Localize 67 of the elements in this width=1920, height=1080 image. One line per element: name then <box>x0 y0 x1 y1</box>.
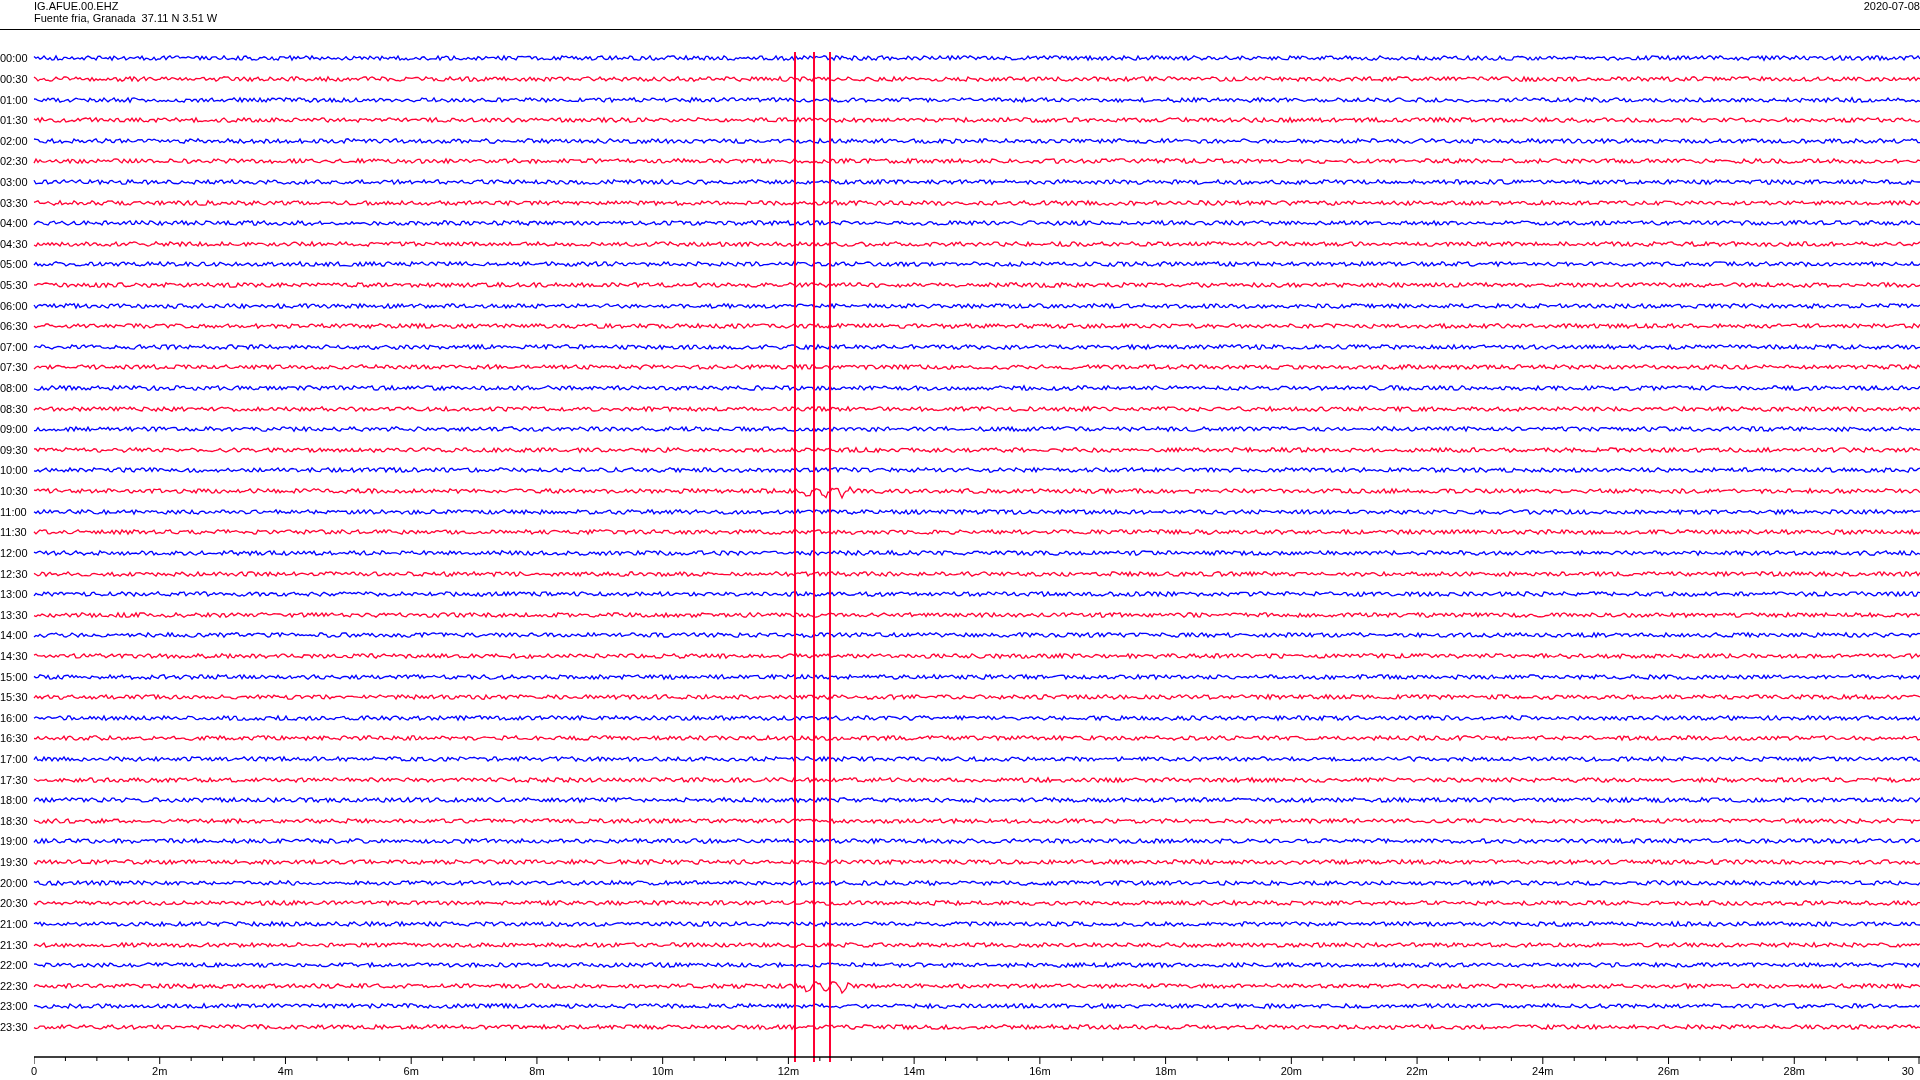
time-label: 02:30 <box>0 155 29 168</box>
time-label: 07:00 <box>0 340 29 353</box>
axis-label: 30 <box>1901 1065 1914 1077</box>
time-label: 22:00 <box>0 959 29 972</box>
time-label: 19:00 <box>0 835 29 848</box>
time-label: 08:30 <box>0 402 29 415</box>
time-label: 10:30 <box>0 485 29 498</box>
time-label: 17:00 <box>0 753 29 765</box>
axis-label: 16m <box>1029 1065 1051 1077</box>
time-label: 06:00 <box>0 299 29 312</box>
time-label: 00:00 <box>0 52 29 65</box>
date-label: 2020-07-08 <box>1863 0 1920 14</box>
time-label: 07:30 <box>0 361 29 374</box>
time-label: 16:30 <box>0 732 29 745</box>
time-label: 23:30 <box>0 1020 29 1033</box>
axis-label: 8m <box>529 1065 545 1077</box>
station-location: Fuente fria, Granada 37.11 N 3.51 W <box>34 12 218 24</box>
time-label: 10:00 <box>0 464 29 477</box>
time-label: 15:30 <box>0 691 29 704</box>
time-label: 16:00 <box>0 711 29 724</box>
time-label: 06:30 <box>0 320 29 333</box>
time-label: 12:00 <box>0 546 29 559</box>
axis-label: 20m <box>1280 1065 1303 1077</box>
time-label: 04:00 <box>0 217 29 230</box>
time-label: 09:30 <box>0 443 29 456</box>
time-label: 19:30 <box>0 856 29 869</box>
time-label: 18:30 <box>0 814 29 827</box>
time-label: 00:30 <box>0 72 29 85</box>
time-label: 13:00 <box>0 588 29 601</box>
time-label: 03:30 <box>0 196 29 209</box>
time-label: 01:30 <box>0 114 29 127</box>
axis-label: 10m <box>651 1065 674 1077</box>
time-label: 08:00 <box>0 382 29 395</box>
axis-label: 4m <box>277 1065 294 1077</box>
axis-label: 28m <box>1783 1065 1805 1077</box>
time-label: 13:30 <box>0 608 29 621</box>
time-label: 04:30 <box>0 237 29 250</box>
time-label: 21:30 <box>0 938 29 951</box>
time-label: 20:00 <box>0 876 29 889</box>
time-label: 20:30 <box>0 897 29 910</box>
time-label: 05:00 <box>0 258 29 271</box>
time-label: 18:00 <box>0 794 29 807</box>
axis-label: 18m <box>1154 1065 1177 1077</box>
axis-label: 2m <box>152 1065 168 1077</box>
time-label: 11:00 <box>0 505 28 518</box>
time-label: 03:00 <box>0 175 29 188</box>
axis-label: 14m <box>903 1065 925 1077</box>
time-label: 01:00 <box>0 93 29 106</box>
time-label: 02:00 <box>0 134 29 147</box>
time-label: 17:30 <box>0 773 29 786</box>
time-label: 05:30 <box>0 279 29 291</box>
time-label: 22:30 <box>0 979 29 992</box>
time-label: 11:30 <box>0 526 28 539</box>
time-label: 15:00 <box>0 670 29 683</box>
time-label: 12:30 <box>0 567 29 580</box>
axis-label: 0 <box>30 1065 38 1077</box>
station-code: IG.AFUE.00.EHZ <box>34 0 120 12</box>
axis-label: 24m <box>1532 1065 1554 1077</box>
axis-label: 12m <box>777 1065 800 1077</box>
axis-label: 6m <box>403 1065 419 1077</box>
time-label: 09:00 <box>0 423 29 436</box>
time-label: 21:00 <box>0 917 29 930</box>
time-label: 14:30 <box>0 649 29 662</box>
axis-label: 26m <box>1657 1065 1680 1077</box>
axis-label: 22m <box>1406 1065 1428 1077</box>
time-label: 14:00 <box>0 629 29 642</box>
time-label: 23:00 <box>0 1000 29 1013</box>
